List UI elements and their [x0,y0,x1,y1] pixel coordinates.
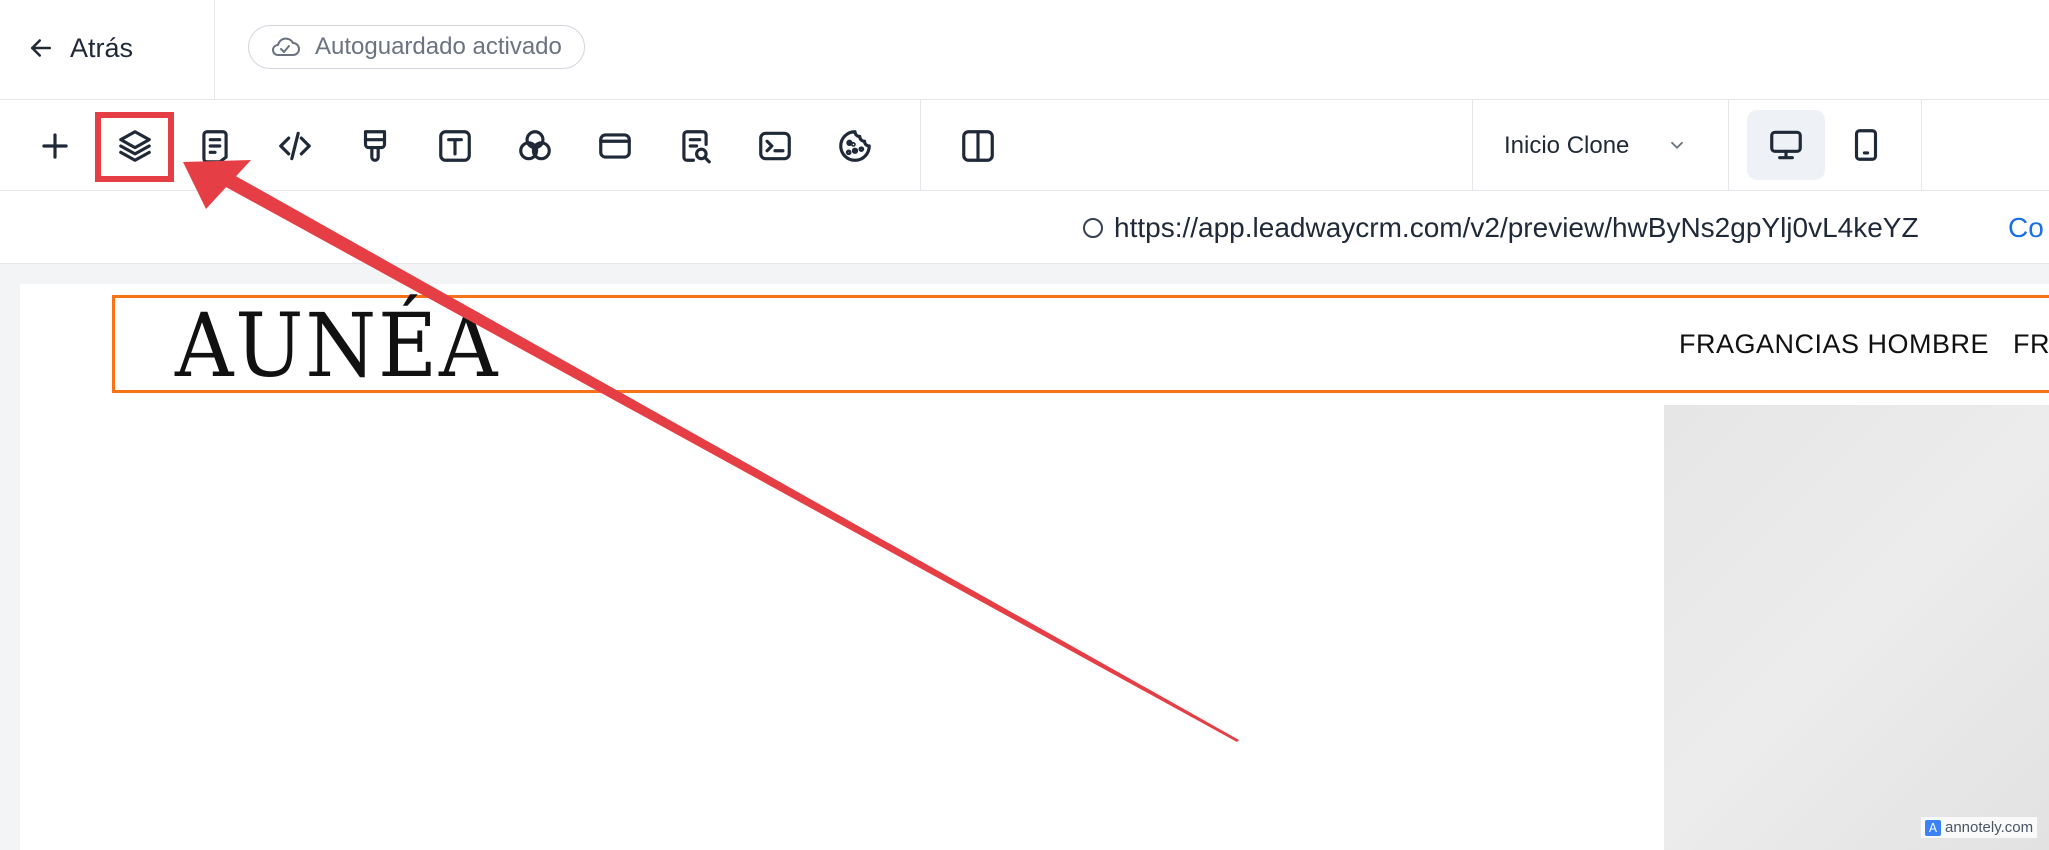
arrow-left-icon [31,39,51,57]
chevron-down-icon [1670,141,1684,150]
typography-button[interactable] [425,116,485,176]
nav-item-fragancias-hombre[interactable]: FRAGANCIAS HOMBRE [1679,329,1989,360]
nav-item-fragancias-truncated[interactable]: FRA [2013,329,2049,360]
columns-icon [962,130,994,162]
color-circles-icon [519,130,551,161]
plus-icon [42,133,68,159]
cookies-button[interactable] [825,116,885,176]
terminal-icon [759,131,791,161]
copy-link[interactable]: Co [2008,212,2044,244]
desktop-view-button[interactable] [1747,110,1825,180]
sections-button[interactable] [585,116,645,176]
styles-button[interactable] [345,116,405,176]
radio-icon[interactable] [1083,218,1103,238]
add-element-button[interactable] [25,116,85,176]
cookie-icon [839,130,871,162]
pages-button[interactable] [185,116,245,176]
layers-button[interactable] [105,116,165,176]
colors-button[interactable] [505,116,565,176]
document-search-icon [682,130,711,164]
annotely-logo-icon: A [1925,819,1941,836]
desktop-icon [1770,130,1802,160]
cloud-check-icon [272,37,300,56]
window-icon [599,133,631,159]
watermark-text: annotely.com [1945,819,2034,836]
divider [1728,100,1729,191]
page-select-value: Inicio Clone [1504,131,1630,159]
hero-image [1664,405,2049,850]
divider [1921,100,1922,191]
divider [214,0,215,100]
split-view-button[interactable] [948,116,1008,176]
seo-button[interactable] [665,116,725,176]
back-label: Atrás [70,32,134,63]
mobile-icon [1854,129,1878,161]
layers-icon [119,130,151,162]
text-icon [439,130,471,162]
code-icon [279,131,311,161]
code-button[interactable] [265,116,325,176]
divider [920,100,921,191]
preview-url[interactable]: https://app.leadwaycrm.com/v2/preview/hw… [1114,212,1919,244]
autosave-label: Autoguardado activado [315,33,562,60]
watermark: A annotely.com [1921,817,2038,838]
tracking-code-button[interactable] [745,116,805,176]
back-button[interactable]: Atrás [26,26,133,70]
autosave-badge: Autoguardado activado [248,25,585,69]
site-logo: AUNÉA [175,294,500,397]
mobile-view-button[interactable] [1827,110,1905,180]
paint-brush-icon [363,130,387,162]
document-icon [202,130,228,164]
page-select[interactable]: Inicio Clone [1474,100,1728,191]
divider [1472,100,1473,191]
